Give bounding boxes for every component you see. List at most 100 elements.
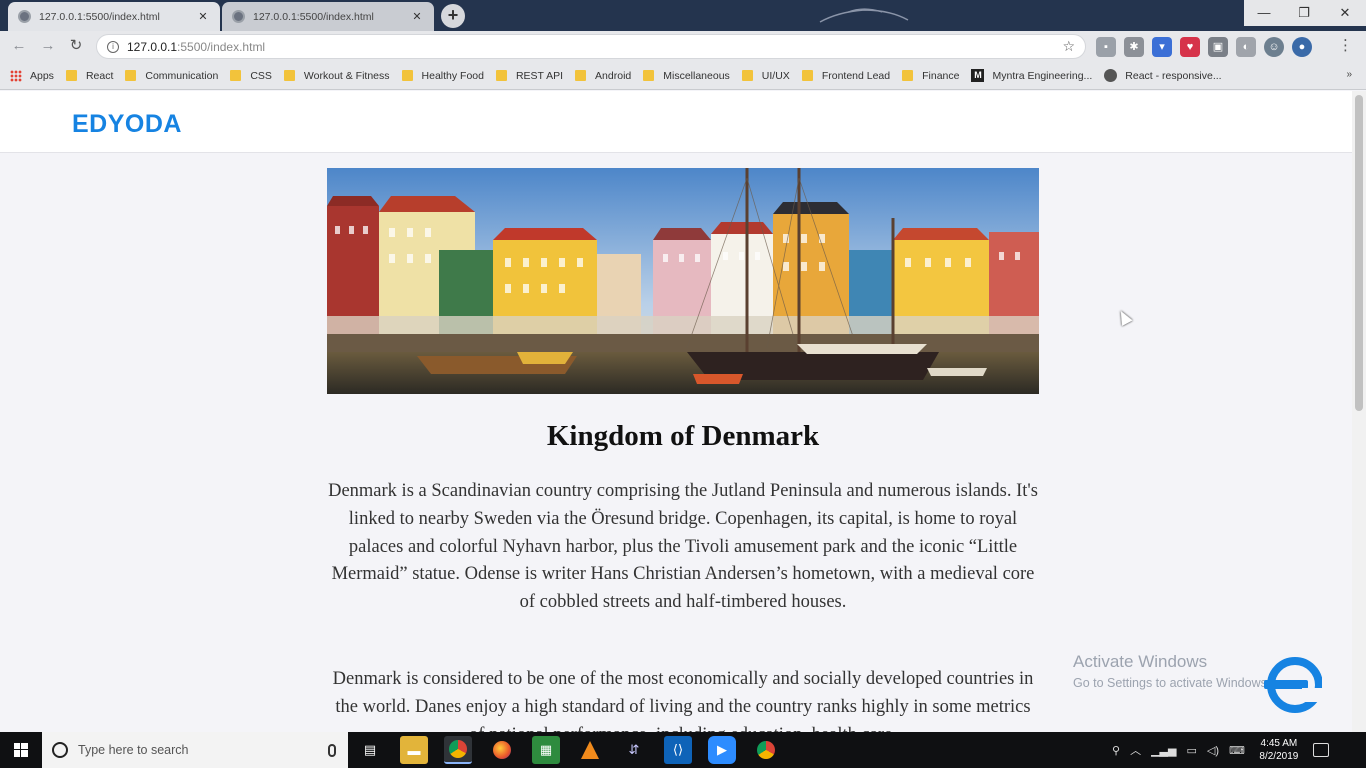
- edyoda-logo[interactable]: EDYODA: [72, 110, 182, 139]
- input-method-icon[interactable]: ⌨: [1229, 744, 1245, 757]
- clock-time: 4:45 AM: [1260, 738, 1298, 749]
- forward-arrow-icon[interactable]: →: [38, 36, 58, 56]
- activate-subtitle: Go to Settings to activate Windows.: [1073, 676, 1271, 690]
- file-explorer-icon[interactable]: ▬: [400, 736, 428, 764]
- extension-icon[interactable]: ▪: [1096, 37, 1116, 57]
- folder-icon: [801, 70, 813, 81]
- bookmark-workout[interactable]: Workout & Fitness: [283, 69, 390, 82]
- bookmark-label: Apps: [30, 69, 54, 82]
- volume-icon[interactable]: ◁): [1207, 744, 1219, 757]
- bookmarks-bar: Apps React Communication CSS Workout & F…: [0, 62, 1366, 90]
- browser-tab-1[interactable]: 127.0.0.1:5500/index.html ✕: [8, 2, 220, 31]
- bookmark-label: Communication: [145, 69, 219, 82]
- pocket-extension-icon[interactable]: ♥: [1180, 37, 1200, 57]
- edyoda-e-logo-icon: [1264, 657, 1322, 713]
- reload-icon[interactable]: ↻: [66, 36, 86, 56]
- page-title: Kingdom of Denmark: [546, 420, 820, 452]
- people-icon[interactable]: ⚲: [1112, 744, 1120, 757]
- bookmark-label: Myntra Engineering...: [992, 69, 1093, 82]
- folder-icon: [902, 70, 914, 81]
- clock-date: 8/2/2019: [1259, 751, 1299, 762]
- vlc-icon[interactable]: [576, 736, 604, 764]
- system-clock[interactable]: 4:45 AM 8/2/2019: [1255, 737, 1303, 763]
- browser-toolbar: ← → ↻ i 127.0.0.1:5500/index.html ☆ ▪ ✱ …: [0, 31, 1366, 62]
- bookmark-miscellaneous[interactable]: Miscellaneous: [643, 70, 730, 82]
- car-logo-icon: [819, 8, 909, 23]
- globe-favicon-icon: [232, 10, 245, 23]
- restore-button[interactable]: ❐: [1284, 0, 1324, 26]
- page-scrollbar[interactable]: [1352, 91, 1366, 732]
- windows-start-icon[interactable]: [0, 732, 42, 768]
- economy-paragraph: Denmark is considered to be one of the m…: [332, 669, 1034, 732]
- firefox-icon[interactable]: [488, 736, 516, 764]
- action-center-icon[interactable]: [1312, 743, 1329, 757]
- network-icon[interactable]: ▁▃▅: [1151, 744, 1176, 757]
- bookmark-label: Workout & Fitness: [303, 69, 390, 82]
- back-arrow-icon[interactable]: ←: [9, 36, 29, 56]
- bookmark-communication[interactable]: Communication: [125, 70, 218, 82]
- close-window-button[interactable]: ✕: [1324, 0, 1366, 26]
- extension-icon[interactable]: ▣: [1208, 37, 1228, 57]
- extension-icon[interactable]: ✱: [1124, 37, 1144, 57]
- zoom-icon[interactable]: ▶: [708, 736, 736, 764]
- tab-strip: 127.0.0.1:5500/index.html ✕ 127.0.0.1:55…: [0, 0, 1366, 31]
- chrome-secondary-icon[interactable]: [752, 736, 780, 764]
- globe-favicon-icon: [18, 10, 31, 23]
- scrollbar-thumb[interactable]: [1355, 95, 1363, 411]
- bookmark-healthy-food[interactable]: Healthy Food: [401, 70, 484, 82]
- bookmark-react[interactable]: React: [65, 70, 113, 82]
- bookmark-rest-api[interactable]: REST API: [495, 70, 563, 82]
- folder-icon: [283, 70, 295, 81]
- tab-close-icon[interactable]: ✕: [196, 10, 210, 23]
- menu-dots-icon[interactable]: ⋮: [1338, 37, 1353, 55]
- extension-icon[interactable]: ◐: [1236, 37, 1256, 57]
- bookmark-frontend-lead[interactable]: Frontend Lead: [801, 70, 890, 82]
- microphone-icon[interactable]: [328, 743, 336, 757]
- apps-grid-icon: [10, 69, 22, 82]
- address-bar[interactable]: i 127.0.0.1:5500/index.html ☆: [96, 34, 1086, 59]
- show-hidden-icons-icon[interactable]: ︿: [1130, 742, 1141, 758]
- url-path: :5500/index.html: [177, 39, 266, 54]
- folder-icon: [575, 70, 587, 81]
- bookmark-label: Android: [595, 69, 632, 82]
- search-placeholder: Type here to search: [78, 743, 189, 757]
- spreadsheet-icon[interactable]: ▦: [532, 736, 560, 764]
- account-avatar-icon[interactable]: ●: [1292, 37, 1312, 57]
- bookmark-ui-ux[interactable]: UI/UX: [741, 70, 790, 82]
- task-view-icon[interactable]: ▤: [356, 736, 384, 764]
- folder-icon: [741, 70, 753, 81]
- taskbar-search[interactable]: Type here to search: [42, 732, 348, 768]
- battery-icon[interactable]: ▭: [1186, 744, 1196, 757]
- taskbar-apps: ▤ ▬ ▦ ⇵ ⟨⟩ ▶: [356, 736, 780, 764]
- bookmark-css[interactable]: CSS: [230, 70, 272, 82]
- bookmark-apps[interactable]: Apps: [10, 69, 54, 82]
- new-tab-button[interactable]: +: [441, 4, 465, 28]
- myntra-icon: M: [971, 69, 985, 82]
- profile-avatar-icon[interactable]: ☺: [1264, 37, 1284, 57]
- activate-title: Activate Windows: [1073, 652, 1208, 671]
- chrome-icon[interactable]: [444, 736, 472, 764]
- bookmark-finance[interactable]: Finance: [902, 70, 959, 82]
- bookmark-myntra[interactable]: M Myntra Engineering...: [971, 69, 1092, 82]
- bookmark-android[interactable]: Android: [575, 70, 631, 82]
- intro-paragraph: Denmark is a Scandinavian country compri…: [328, 481, 1038, 613]
- network-tool-icon[interactable]: ⇵: [620, 736, 648, 764]
- bookmarks-overflow-icon[interactable]: »: [1346, 69, 1352, 80]
- info-icon[interactable]: i: [107, 40, 119, 53]
- harbor-illustration: [327, 168, 1039, 394]
- cortana-icon: [52, 742, 68, 758]
- bookmark-react-responsive[interactable]: React - responsive...: [1104, 69, 1222, 82]
- browser-tab-2[interactable]: 127.0.0.1:5500/index.html ✕: [222, 2, 434, 31]
- bookmark-label: React - responsive...: [1125, 69, 1222, 82]
- bookmark-star-icon[interactable]: ☆: [1062, 38, 1075, 55]
- minimize-button[interactable]: —: [1244, 0, 1284, 26]
- bookmark-label: Miscellaneous: [663, 69, 730, 82]
- url-host: 127.0.0.1: [127, 39, 178, 54]
- site-header: EDYODA: [0, 91, 1352, 153]
- folder-icon: [643, 70, 655, 81]
- vscode-icon[interactable]: ⟨⟩: [664, 736, 692, 764]
- windows-taskbar: Type here to search ▤ ▬ ▦ ⇵ ⟨⟩ ▶ ⚲ ︿ ▁▃▅…: [0, 732, 1366, 768]
- shield-extension-icon[interactable]: ▾: [1152, 37, 1172, 57]
- folder-icon: [65, 70, 77, 81]
- tab-close-icon[interactable]: ✕: [410, 10, 424, 23]
